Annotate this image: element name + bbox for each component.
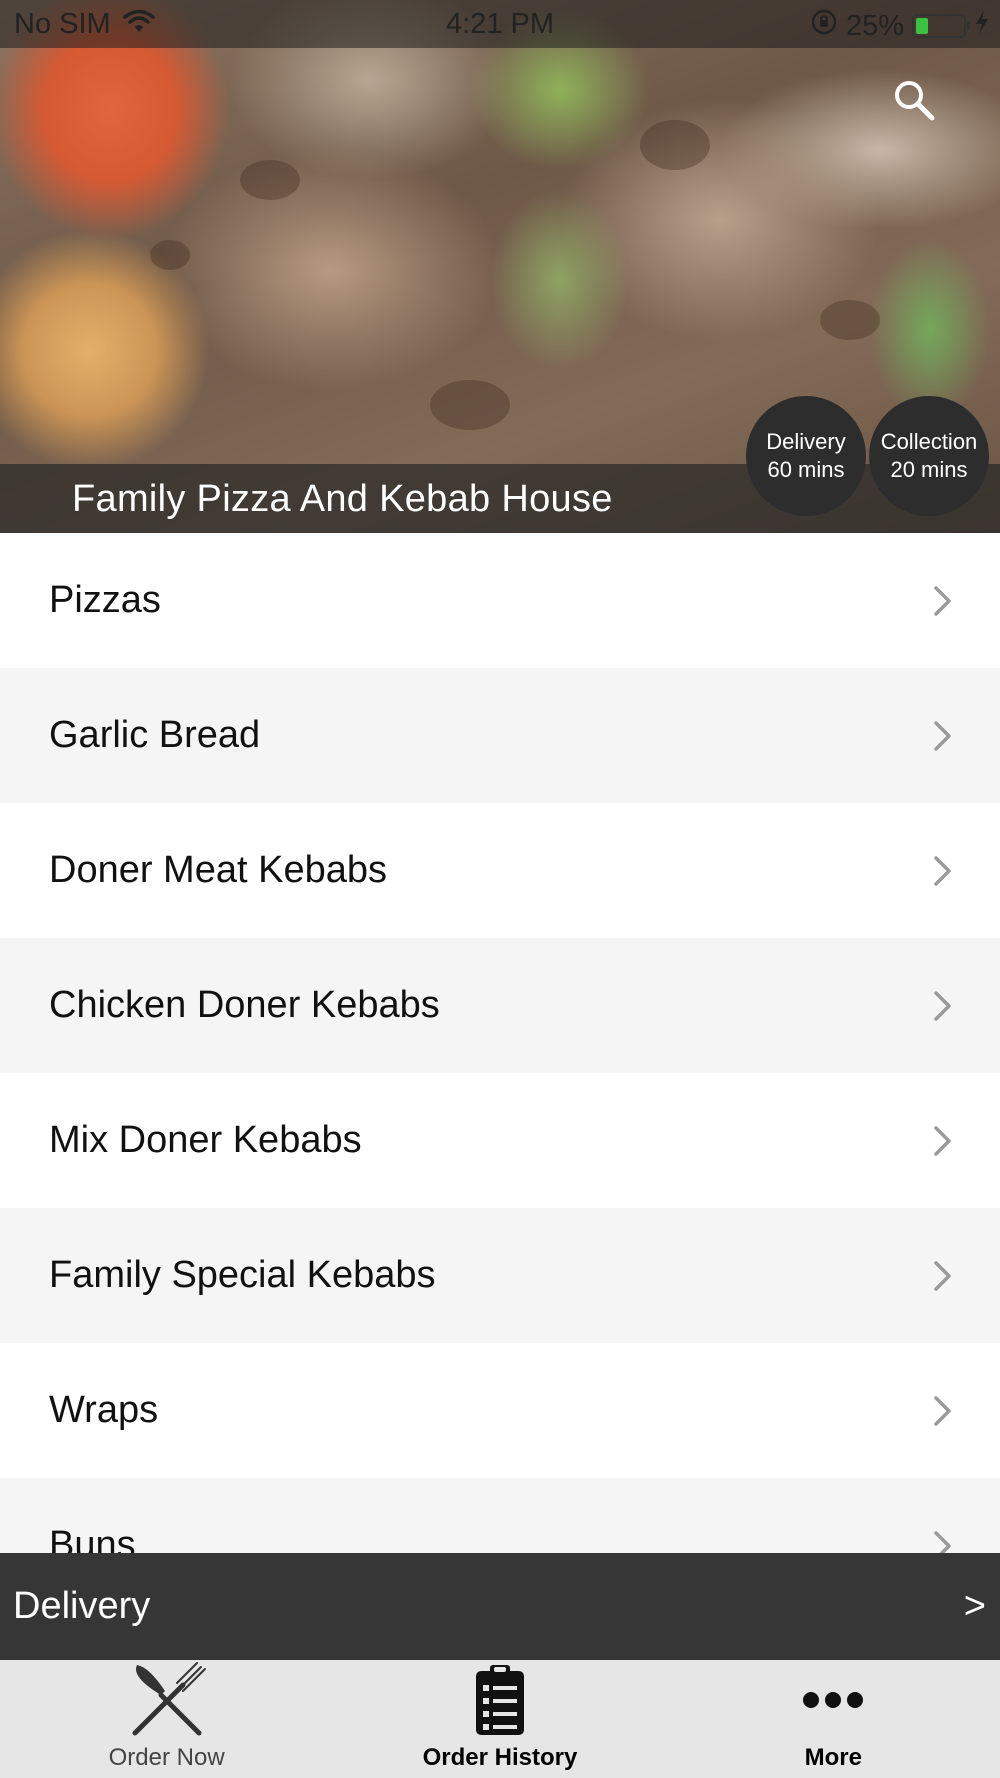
fork-knife-icon	[132, 1662, 206, 1736]
chevron-right-icon	[934, 1530, 951, 1553]
orientation-lock-icon	[810, 8, 838, 44]
chevron-right-icon	[934, 585, 951, 616]
delivery-mode-label: Delivery	[13, 1585, 151, 1627]
tab-order-now[interactable]: Order Now	[0, 1660, 333, 1778]
menu-item-label: Mix Doner Kebabs	[49, 1119, 362, 1161]
chevron-right-icon	[934, 1260, 951, 1291]
battery-fill	[916, 18, 928, 34]
menu-item-chicken-doner-kebabs[interactable]: Chicken Doner Kebabs	[0, 938, 1000, 1073]
menu-item-label: Doner Meat Kebabs	[49, 849, 387, 891]
status-bar: No SIM 4:21 PM 25%	[0, 0, 1000, 48]
menu-item-family-special-kebabs[interactable]: Family Special Kebabs	[0, 1208, 1000, 1343]
chevron-right-icon	[934, 1125, 951, 1156]
tab-bar: Order Now Order History More	[0, 1660, 1000, 1778]
battery-percent: 25%	[845, 9, 904, 42]
menu-item-label: Buns	[49, 1524, 136, 1553]
menu-item-label: Chicken Doner Kebabs	[49, 984, 440, 1026]
tab-more[interactable]: More	[667, 1660, 1000, 1778]
tab-label: More	[804, 1744, 862, 1771]
menu-item-label: Wraps	[49, 1389, 159, 1431]
charging-icon	[974, 9, 990, 43]
battery-icon	[912, 14, 970, 38]
tab-label: Order Now	[108, 1744, 225, 1771]
delivery-badge-label: Delivery	[766, 429, 846, 454]
delivery-mode-bar[interactable]: Delivery >	[0, 1553, 1000, 1660]
restaurant-name: Family Pizza And Kebab House	[72, 478, 613, 520]
menu-item-pizzas[interactable]: Pizzas	[0, 533, 1000, 668]
search-icon	[895, 81, 935, 121]
collection-badge-label: Collection	[880, 429, 978, 454]
delivery-time-badge: Delivery 60 mins	[746, 396, 866, 516]
menu-item-garlic-bread[interactable]: Garlic Bread	[0, 668, 1000, 803]
menu-item-doner-meat-kebabs[interactable]: Doner Meat Kebabs	[0, 803, 1000, 938]
delivery-mode-arrow: >	[963, 1585, 986, 1627]
collection-badge-time: 20 mins	[890, 457, 968, 482]
menu-item-wraps[interactable]: Wraps	[0, 1343, 1000, 1478]
menu-item-mix-doner-kebabs[interactable]: Mix Doner Kebabs	[0, 1073, 1000, 1208]
chevron-right-icon	[934, 1395, 951, 1426]
menu-item-label: Family Special Kebabs	[49, 1254, 436, 1296]
menu-item-buns[interactable]: Buns	[0, 1478, 1000, 1553]
collection-time-badge: Collection 20 mins	[869, 396, 989, 516]
clipboard-list-icon	[475, 1665, 524, 1735]
more-dots-icon	[803, 1692, 864, 1708]
tab-label: Order History	[422, 1744, 578, 1771]
menu-item-label: Pizzas	[49, 579, 161, 621]
search-button[interactable]	[892, 78, 936, 122]
chevron-right-icon	[934, 855, 951, 886]
tab-order-history[interactable]: Order History	[333, 1660, 666, 1778]
chevron-right-icon	[934, 720, 951, 751]
menu-item-label: Garlic Bread	[49, 714, 261, 756]
menu-category-list[interactable]: Pizzas Garlic Bread Doner Meat Kebabs Ch…	[0, 533, 1000, 1553]
chevron-right-icon	[934, 990, 951, 1021]
delivery-badge-time: 60 mins	[767, 457, 845, 482]
